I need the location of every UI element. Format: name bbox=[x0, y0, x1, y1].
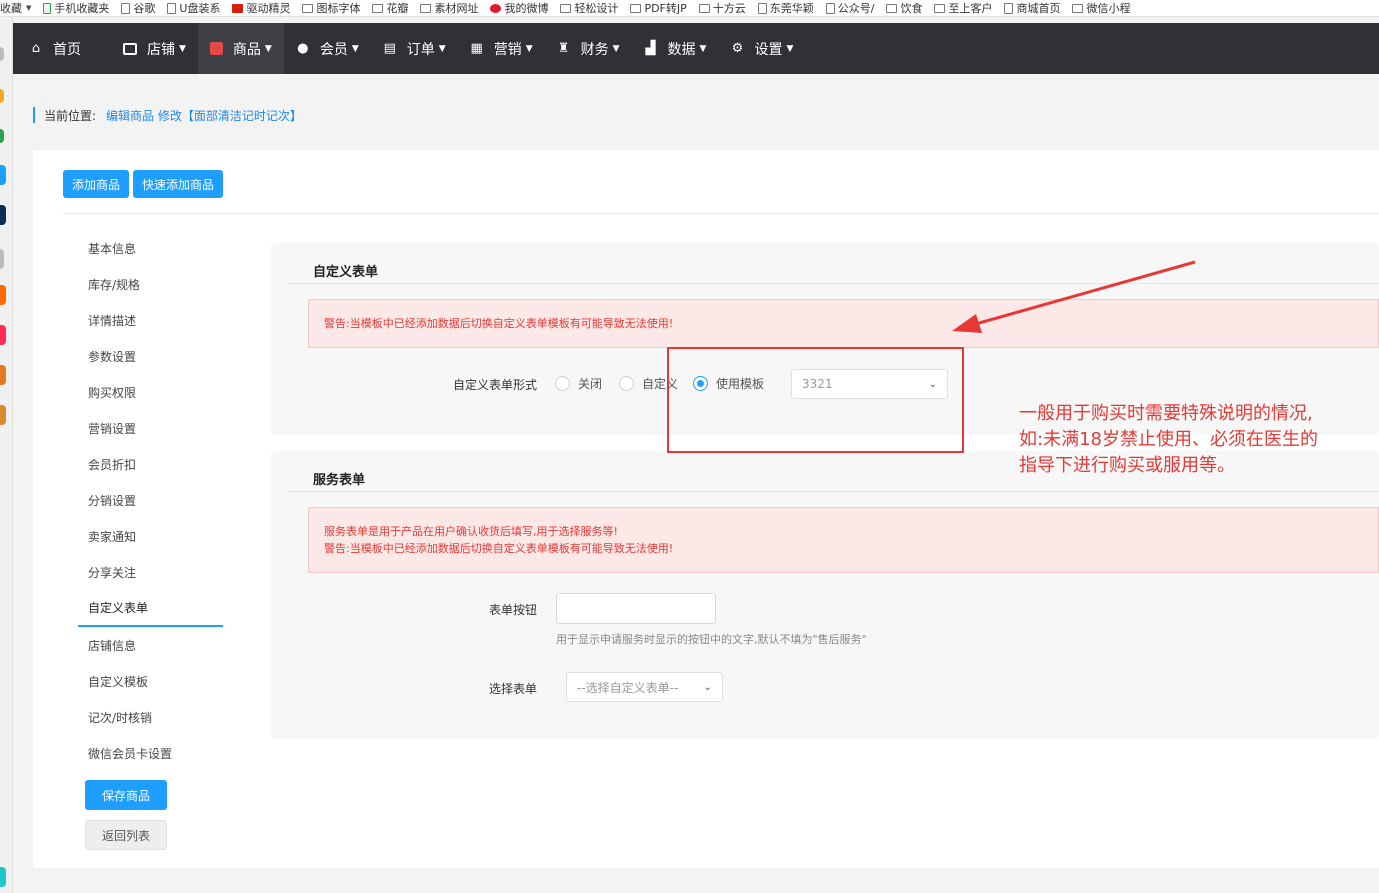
annotation-line: 如:未满18岁禁止使用、必须在医生的 bbox=[1019, 429, 1318, 450]
annotation-line: 指导下进行购买或服用等。 bbox=[1019, 455, 1235, 476]
annotation-note: 一般用于购买时需要特殊说明的情况, 如:未满18岁禁止使用、必须在医生的 指导下… bbox=[1019, 401, 1369, 479]
annotation-line: 一般用于购买时需要特殊说明的情况, bbox=[1019, 403, 1313, 424]
